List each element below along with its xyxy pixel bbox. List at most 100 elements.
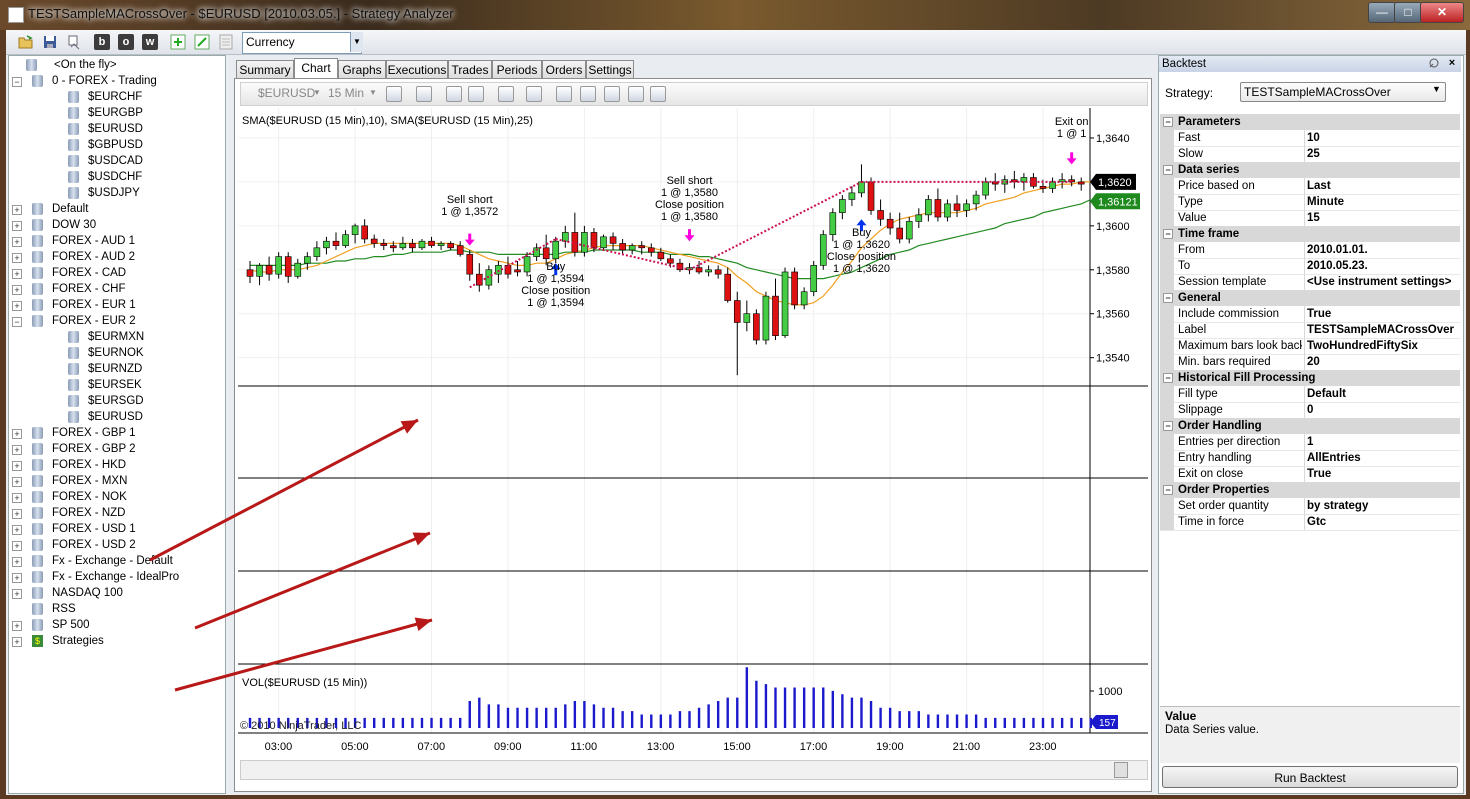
- horizontal-scrollbar[interactable]: [240, 760, 1148, 780]
- expand-icon[interactable]: +: [12, 429, 22, 439]
- expand-icon[interactable]: +: [12, 301, 22, 311]
- collapse-icon[interactable]: −: [12, 317, 22, 327]
- tab-periods[interactable]: Periods: [492, 60, 542, 79]
- expand-icon[interactable]: +: [12, 621, 22, 631]
- expand-icon[interactable]: +: [12, 573, 22, 583]
- property-row[interactable]: Fast 10: [1160, 130, 1460, 147]
- folder-open-icon[interactable]: [18, 34, 34, 50]
- tree-row[interactable]: + FOREX - AUD 1: [12, 233, 224, 249]
- tree-row[interactable]: $USDCHF: [12, 169, 224, 185]
- tree-row[interactable]: + FOREX - CAD: [12, 265, 224, 281]
- expand-icon[interactable]: +: [12, 541, 22, 551]
- property-value[interactable]: TESTSampleMACrossOver: [1304, 322, 1461, 338]
- bold-w-icon[interactable]: w: [142, 34, 158, 50]
- expand-icon[interactable]: +: [12, 253, 22, 263]
- tree-row[interactable]: $EURUSD: [12, 409, 224, 425]
- collapse-icon[interactable]: −: [1163, 421, 1173, 431]
- tree-row[interactable]: − FOREX - EUR 2: [12, 313, 224, 329]
- property-category[interactable]: − Order Properties: [1160, 482, 1460, 498]
- tree-row[interactable]: + $ Strategies: [12, 633, 224, 649]
- tree-row[interactable]: + SP 500: [12, 617, 224, 633]
- tab-summary[interactable]: Summary: [236, 60, 294, 79]
- tree-row[interactable]: $EURSGD: [12, 393, 224, 409]
- add-icon[interactable]: [170, 34, 186, 50]
- tab-executions[interactable]: Executions: [386, 60, 448, 79]
- zoom-out-icon[interactable]: [468, 86, 484, 102]
- bold-o-icon[interactable]: o: [118, 34, 134, 50]
- tree-row[interactable]: + FOREX - GBP 2: [12, 441, 224, 457]
- property-row[interactable]: Value 15: [1160, 210, 1460, 227]
- tree-row[interactable]: + NASDAQ 100: [12, 585, 224, 601]
- tree-row[interactable]: $EURCHF: [12, 89, 224, 105]
- tab-trades[interactable]: Trades: [448, 60, 492, 79]
- property-row[interactable]: Session template <Use instrument settings…: [1160, 274, 1460, 291]
- tree-row[interactable]: $USDJPY: [12, 185, 224, 201]
- property-value[interactable]: <Use instrument settings>: [1304, 274, 1461, 290]
- close-button[interactable]: ✕: [1420, 2, 1464, 23]
- properties-icon[interactable]: [556, 86, 572, 102]
- tree-row[interactable]: + Fx - Exchange - IdealPro: [12, 569, 224, 585]
- property-row[interactable]: Set order quantity by strategy: [1160, 498, 1460, 515]
- chevron-down-icon[interactable]: ▼: [369, 88, 377, 97]
- edit-icon[interactable]: [194, 34, 210, 50]
- tree-row[interactable]: + FOREX - AUD 2: [12, 249, 224, 265]
- tree-row[interactable]: $EURGBP: [12, 105, 224, 121]
- expand-icon[interactable]: +: [12, 509, 22, 519]
- property-row[interactable]: Slippage 0: [1160, 402, 1460, 419]
- chevron-down-icon[interactable]: ▼: [1432, 84, 1441, 94]
- collapse-icon[interactable]: −: [1163, 117, 1173, 127]
- chart-symbol-select[interactable]: $EURUSD: [258, 86, 315, 100]
- run-backtest-button[interactable]: Run Backtest: [1162, 766, 1458, 788]
- property-value[interactable]: AllEntries: [1304, 450, 1461, 466]
- property-category[interactable]: − Historical Fill Processing: [1160, 370, 1460, 386]
- property-value[interactable]: 0: [1304, 402, 1461, 418]
- property-category[interactable]: − Parameters: [1160, 114, 1460, 130]
- bold-b-icon[interactable]: b: [94, 34, 110, 50]
- property-value[interactable]: TwoHundredFiftySix: [1304, 338, 1461, 354]
- cursor-icon[interactable]: [498, 86, 514, 102]
- tree-row[interactable]: + DOW 30: [12, 217, 224, 233]
- expand-icon[interactable]: +: [12, 445, 22, 455]
- expand-icon[interactable]: +: [12, 285, 22, 295]
- collapse-icon[interactable]: −: [1163, 165, 1173, 175]
- property-value[interactable]: 25: [1304, 146, 1461, 162]
- tab-orders[interactable]: Orders: [542, 60, 586, 79]
- property-row[interactable]: Label TESTSampleMACrossOver: [1160, 322, 1460, 339]
- chart-image-icon[interactable]: [604, 86, 620, 102]
- property-category[interactable]: − Order Handling: [1160, 418, 1460, 434]
- property-category[interactable]: − General: [1160, 290, 1460, 306]
- tree-row[interactable]: + FOREX - USD 2: [12, 537, 224, 553]
- property-row[interactable]: Maximum bars look back TwoHundredFiftySix: [1160, 338, 1460, 355]
- chevron-down-icon[interactable]: ▼: [350, 32, 363, 52]
- data-box-icon[interactable]: [580, 86, 596, 102]
- property-value[interactable]: 10: [1304, 130, 1461, 146]
- property-value[interactable]: True: [1304, 306, 1461, 322]
- collapse-icon[interactable]: −: [12, 77, 22, 87]
- expand-icon[interactable]: +: [12, 269, 22, 279]
- tree-row[interactable]: − 0 - FOREX - Trading: [12, 73, 224, 89]
- close-icon[interactable]: ×: [1446, 57, 1458, 69]
- property-value[interactable]: 1: [1304, 434, 1461, 450]
- window-icon[interactable]: [650, 86, 666, 102]
- expand-icon[interactable]: +: [12, 637, 22, 647]
- property-row[interactable]: Entries per direction 1: [1160, 434, 1460, 451]
- property-row[interactable]: Type Minute: [1160, 194, 1460, 211]
- chart-interval-select[interactable]: 15 Min: [328, 86, 364, 100]
- property-value[interactable]: Minute: [1304, 194, 1461, 210]
- maximize-button[interactable]: □: [1394, 2, 1422, 23]
- tree-row[interactable]: + FOREX - MXN: [12, 473, 224, 489]
- tree-row[interactable]: + FOREX - GBP 1: [12, 425, 224, 441]
- price-chart[interactable]: 1,3640 1,3620 1,3600 1,3580 1,3560 1,3540 03:0…: [238, 108, 1148, 756]
- tree-row[interactable]: + FOREX - USD 1: [12, 521, 224, 537]
- property-row[interactable]: Price based on Last: [1160, 178, 1460, 195]
- collapse-icon[interactable]: −: [1163, 373, 1173, 383]
- panel-splitter[interactable]: [226, 55, 232, 792]
- property-row[interactable]: Min. bars required 20: [1160, 354, 1460, 371]
- tree-row[interactable]: + Default: [12, 201, 224, 217]
- tab-settings[interactable]: Settings: [586, 60, 634, 79]
- minimize-button[interactable]: —: [1368, 2, 1396, 23]
- tab-graphs[interactable]: Graphs: [338, 60, 386, 79]
- save-icon[interactable]: [42, 34, 58, 50]
- tree-row[interactable]: $EURMXN: [12, 329, 224, 345]
- expand-icon[interactable]: +: [12, 461, 22, 471]
